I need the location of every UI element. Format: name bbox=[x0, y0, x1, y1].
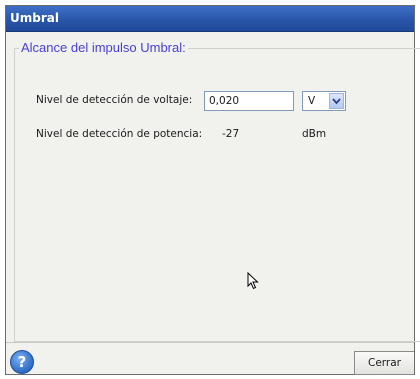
voltage-input[interactable]: 0,020 bbox=[204, 91, 294, 111]
help-icon[interactable]: ? bbox=[10, 350, 34, 374]
threshold-dialog: Umbral Alcance del impulso Umbral: Nivel… bbox=[5, 5, 420, 375]
chevron-down-icon[interactable] bbox=[329, 93, 344, 109]
window-title: Umbral bbox=[10, 11, 59, 25]
mouse-cursor-icon bbox=[247, 271, 259, 294]
bottom-bar: ? Cerrar bbox=[6, 342, 414, 375]
voltage-unit-select[interactable]: V bbox=[302, 91, 346, 111]
close-button[interactable]: Cerrar bbox=[354, 351, 414, 375]
group-title: Alcance del impulso Umbral: bbox=[19, 40, 188, 55]
voltage-unit-value: V bbox=[308, 95, 316, 107]
voltage-label: Nivel de detección de voltaje: bbox=[36, 94, 193, 106]
power-unit: dBm bbox=[302, 128, 327, 140]
power-value: -27 bbox=[222, 128, 240, 140]
title-bar[interactable]: Umbral bbox=[6, 6, 414, 32]
power-label: Nivel de detección de potencia: bbox=[36, 128, 203, 140]
